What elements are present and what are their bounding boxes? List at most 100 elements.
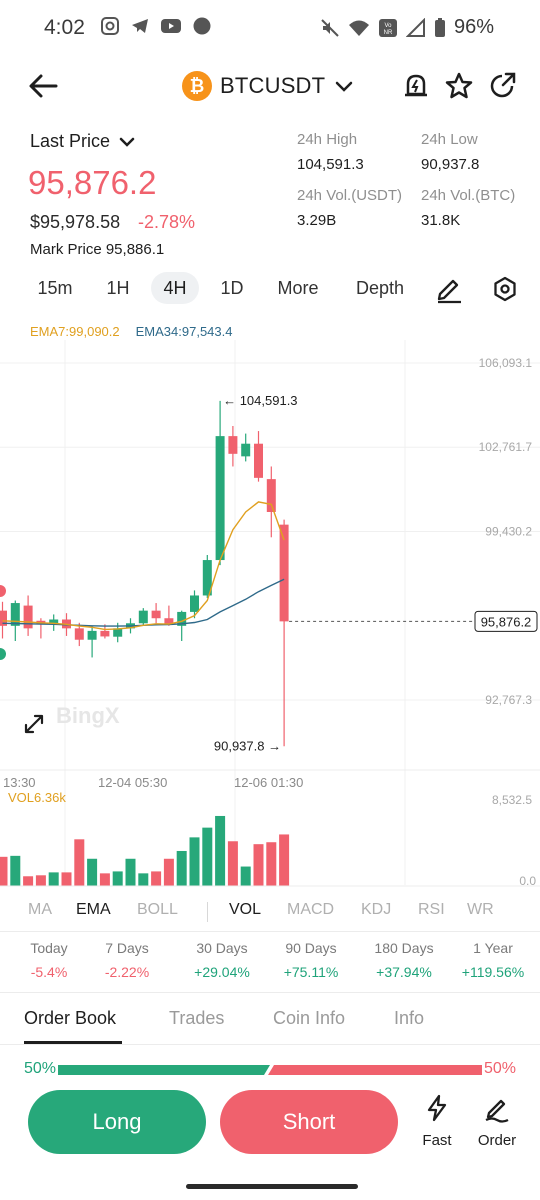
volume-label: VOL6.36k bbox=[8, 790, 66, 805]
indicator-rsi[interactable]: RSI bbox=[418, 901, 445, 919]
tab-order-book[interactable]: Order Book bbox=[24, 1008, 116, 1029]
perf-value: +37.94% bbox=[376, 964, 432, 980]
back-arrow-icon[interactable] bbox=[26, 70, 60, 102]
header: ₿ BTCUSDT bbox=[0, 60, 540, 112]
tab-coin-info[interactable]: Coin Info bbox=[273, 1008, 345, 1029]
chevron-down-icon bbox=[336, 81, 353, 92]
volume-bar bbox=[138, 873, 149, 886]
divider bbox=[0, 931, 540, 932]
chevron-down-icon bbox=[119, 137, 135, 147]
y-axis-label: 102,761.7 bbox=[479, 440, 533, 454]
home-indicator bbox=[186, 1184, 358, 1189]
x-axis-label: 12-06 01:30 bbox=[234, 775, 303, 790]
perf-7d: 7 Days -2.22% bbox=[88, 940, 166, 980]
high-annotation: ← 104,591.3 bbox=[223, 393, 297, 408]
telegram-icon bbox=[132, 19, 148, 33]
indicator-ma[interactable]: MA bbox=[28, 901, 52, 919]
app-dot-icon bbox=[193, 17, 211, 35]
edge-marker-sell bbox=[0, 585, 6, 597]
ema34-value: EMA34:97,543.4 bbox=[135, 324, 233, 339]
status-bar: 4:02 Vo NR 96% bbox=[0, 0, 540, 56]
timeframe-15m[interactable]: 15m bbox=[28, 272, 82, 304]
candlestick-chart[interactable]: 106,093.1 102,761.7 99,430.2 92,767.3 BingX ←… bbox=[0, 340, 540, 895]
perf-label: 180 Days bbox=[374, 940, 434, 956]
watermark-logo: BingX bbox=[56, 703, 120, 728]
last-price-selector[interactable]: Last Price bbox=[30, 131, 136, 152]
timeframe-4h[interactable]: 4H bbox=[151, 272, 199, 304]
volume-bar bbox=[266, 842, 277, 886]
pair-name: BTCUSDT bbox=[220, 73, 326, 98]
candle-body bbox=[87, 630, 97, 640]
tab-trades[interactable]: Trades bbox=[169, 1008, 224, 1029]
volume-bar bbox=[253, 844, 264, 886]
depth-tab[interactable]: Depth bbox=[346, 272, 414, 304]
battery-level: 96% bbox=[453, 16, 494, 38]
indicator-ema[interactable]: EMA bbox=[76, 901, 111, 919]
long-short-ratio: 50% 50% bbox=[0, 1060, 540, 1080]
pair-selector[interactable]: ₿ BTCUSDT bbox=[182, 70, 355, 102]
mark-price: Mark Price 95,886.1 bbox=[30, 241, 165, 258]
mute-icon bbox=[321, 18, 339, 37]
candle-body bbox=[215, 436, 225, 561]
edit-pen-icon bbox=[485, 1099, 509, 1123]
volume-bar bbox=[176, 850, 187, 886]
indicator-kdj[interactable]: KDJ bbox=[361, 901, 391, 919]
high-24h-value: 104,591.3 bbox=[297, 156, 364, 173]
volume-axis-max: 8,532.5 bbox=[492, 793, 532, 807]
timeframe-1d[interactable]: 1D bbox=[208, 272, 256, 304]
ema7-value: EMA7:99,090.2 bbox=[30, 324, 120, 339]
volume-bar bbox=[48, 872, 59, 886]
volume-bar bbox=[151, 871, 162, 886]
perf-30d: 30 Days +29.04% bbox=[183, 940, 261, 980]
timeframe-more[interactable]: More bbox=[268, 272, 328, 304]
perf-label: 1 Year bbox=[473, 940, 513, 956]
indicator-wr[interactable]: WR bbox=[467, 901, 494, 919]
candle-body bbox=[138, 610, 148, 624]
indicator-macd[interactable]: MACD bbox=[287, 901, 334, 919]
perf-value: +119.56% bbox=[461, 964, 525, 980]
order-button[interactable]: Order bbox=[467, 1093, 527, 1149]
youtube-icon bbox=[161, 19, 181, 33]
star-icon[interactable] bbox=[443, 70, 475, 102]
perf-label: Today bbox=[30, 940, 68, 956]
wifi-icon bbox=[348, 20, 369, 36]
fast-button[interactable]: Fast bbox=[407, 1093, 467, 1149]
y-axis-label: 92,767.3 bbox=[485, 693, 532, 707]
candle-body bbox=[74, 628, 84, 640]
long-button[interactable]: Long bbox=[28, 1090, 206, 1154]
indicator-vol[interactable]: VOL bbox=[229, 901, 261, 919]
svg-text:Vo: Vo bbox=[384, 23, 392, 29]
volume-bar bbox=[227, 841, 238, 886]
chart-settings-icon[interactable] bbox=[490, 274, 520, 304]
last-price-value: 95,876.2 bbox=[28, 164, 157, 201]
candle-body bbox=[100, 630, 110, 637]
volume-bar bbox=[202, 827, 213, 886]
volume-bar bbox=[189, 837, 200, 886]
usd-price: $95,978.58 bbox=[30, 212, 121, 232]
timeframe-1h[interactable]: 1H bbox=[94, 272, 142, 304]
last-price-label: Last Price bbox=[30, 131, 111, 151]
x-axis-label: 13:30 bbox=[3, 775, 36, 790]
volume-bar bbox=[74, 839, 85, 886]
indicator-boll[interactable]: BOLL bbox=[137, 901, 178, 919]
divider bbox=[0, 1044, 540, 1045]
volume-bar bbox=[10, 855, 21, 886]
vol-btc-label: 24h Vol.(BTC) bbox=[421, 187, 516, 204]
fast-label: Fast bbox=[422, 1132, 452, 1149]
share-icon[interactable] bbox=[486, 70, 518, 102]
volume-bar bbox=[163, 858, 174, 886]
perf-value: +29.04% bbox=[194, 964, 250, 980]
perf-value: +75.11% bbox=[283, 964, 339, 980]
draw-pen-icon[interactable] bbox=[434, 274, 464, 304]
short-button[interactable]: Short bbox=[220, 1090, 398, 1154]
low-annotation: 90,937.8 → bbox=[214, 738, 281, 753]
perf-1y: 1 Year +119.56% bbox=[454, 940, 532, 980]
volume-bar bbox=[279, 834, 290, 886]
y-axis-label: 106,093.1 bbox=[479, 356, 533, 370]
price-alert-icon[interactable] bbox=[400, 70, 432, 102]
svg-text:NR: NR bbox=[384, 30, 393, 36]
tab-info[interactable]: Info bbox=[394, 1008, 424, 1029]
instagram-icon bbox=[101, 17, 119, 35]
ema-legend: EMA7:99,090.2 EMA34:97,543.4 bbox=[30, 324, 232, 339]
y-axis-label: 99,430.2 bbox=[485, 524, 532, 538]
